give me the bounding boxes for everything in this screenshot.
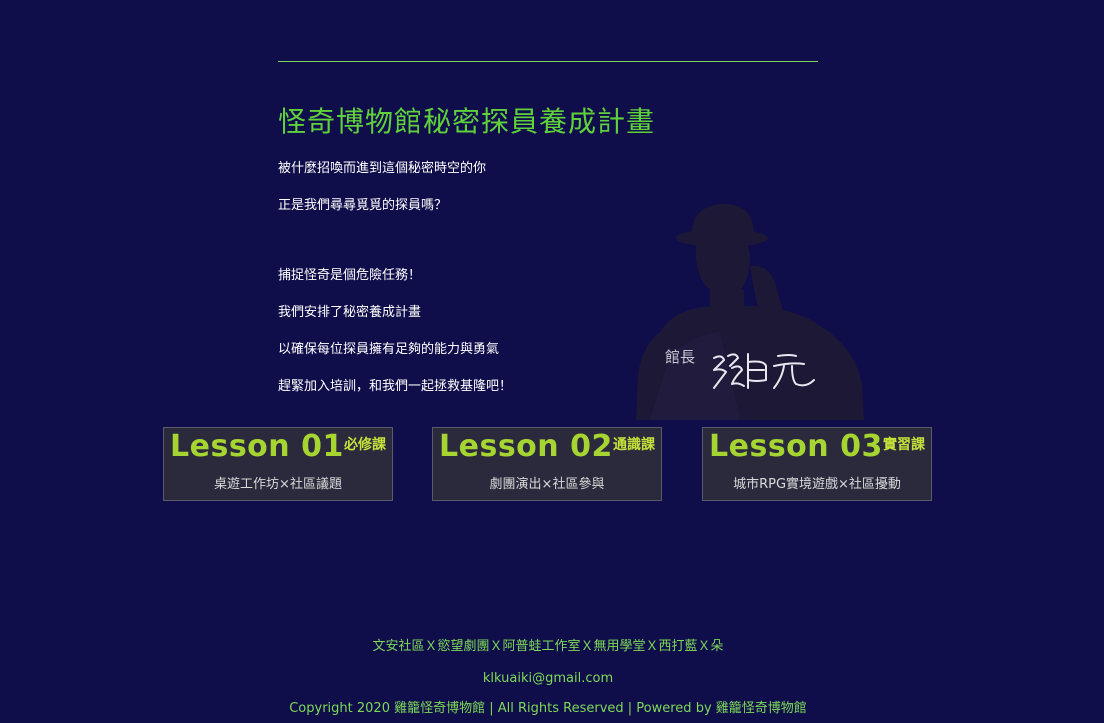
intro-line: 正是我們尋尋覓覓的探員嗎？ [278, 198, 448, 213]
lesson-title: Lesson 03 [709, 429, 883, 464]
lesson-card-03[interactable]: Lesson 03 實習課 城市RPG實境遊戲×社區擾動 [702, 427, 932, 501]
lesson-badge: 通識課 [613, 437, 655, 453]
top-divider [278, 61, 818, 62]
page: 怪奇博物館秘密探員養成計畫 被什麼招喚而進到這個秘密時空的你 正是我們尋尋覓覓的… [0, 0, 1104, 723]
curator-signature-image [713, 353, 815, 389]
intro-line: 趕緊加入培訓，和我們一起拯救基隆吧！ [278, 379, 513, 394]
intro-line: 我們安排了秘密養成計畫 [278, 305, 422, 320]
lesson-title: Lesson 02 [439, 429, 613, 464]
page-title: 怪奇博物館秘密探員養成計畫 [278, 105, 656, 138]
lesson-card-01[interactable]: Lesson 01 必修課 桌遊工作坊×社區議題 [163, 427, 393, 501]
intro-line: 捕捉怪奇是個危險任務！ [278, 268, 422, 283]
footer-partners: 文安社區Ｘ慾望劇團Ｘ阿普蛙工作室Ｘ無用學堂Ｘ西打藍Ｘ朵 [372, 639, 724, 654]
lesson-title: Lesson 01 [170, 429, 344, 464]
footer-email-link[interactable]: klkuaiki@gmail.com [0, 671, 1096, 686]
lesson-card-02[interactable]: Lesson 02 通識課 劇團演出×社區參與 [432, 427, 662, 501]
lesson-subtitle: 劇團演出×社區參與 [489, 477, 605, 492]
footer-copyright: Copyright 2020 雞籠怪奇博物館 | All Rights Rese… [289, 701, 807, 716]
intro-line: 被什麼招喚而進到這個秘密時空的你 [278, 161, 487, 176]
lesson-badge: 實習課 [883, 437, 925, 453]
intro-line: 以確保每位探員擁有足夠的能力與勇氣 [278, 342, 500, 357]
lesson-subtitle: 城市RPG實境遊戲×社區擾動 [733, 477, 901, 492]
lesson-badge: 必修課 [344, 437, 386, 453]
curator-label: 館長 [665, 348, 696, 366]
lesson-subtitle: 桌遊工作坊×社區議題 [214, 477, 342, 492]
